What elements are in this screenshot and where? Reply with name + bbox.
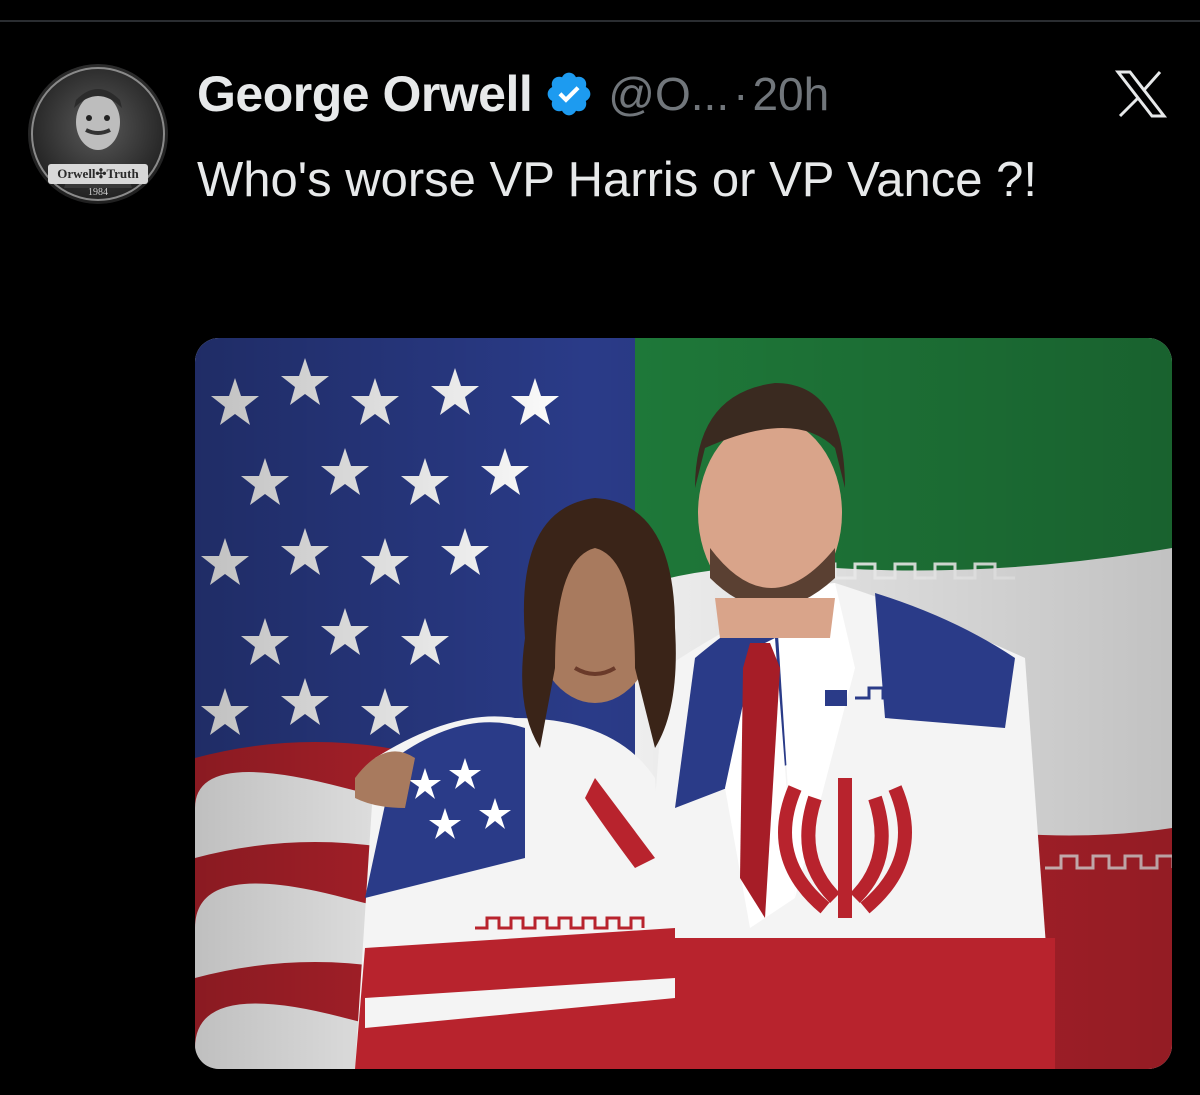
x-logo-icon [1114, 70, 1168, 118]
tweet-media-image[interactable] [195, 338, 1172, 1069]
media-illustration [195, 338, 1172, 1069]
avatar-image: Orwell✣Truth 1984 [28, 64, 168, 204]
tweet-header: George Orwell @O... · 20h [197, 58, 829, 130]
avatar-badge-year: 1984 [88, 187, 108, 198]
top-divider [0, 20, 1200, 22]
avatar-badge-text: Orwell✣Truth [57, 166, 139, 181]
profile-avatar[interactable]: Orwell✣Truth 1984 [28, 64, 168, 204]
separator-dot: · [733, 68, 749, 120]
display-name[interactable]: George Orwell [197, 65, 533, 123]
user-handle[interactable]: @O... [608, 67, 729, 121]
timestamp[interactable]: 20h [752, 67, 829, 121]
verified-badge-icon[interactable] [544, 69, 594, 119]
tweet-text: Who's worse VP Harris or VP Vance ?! [197, 153, 1037, 207]
